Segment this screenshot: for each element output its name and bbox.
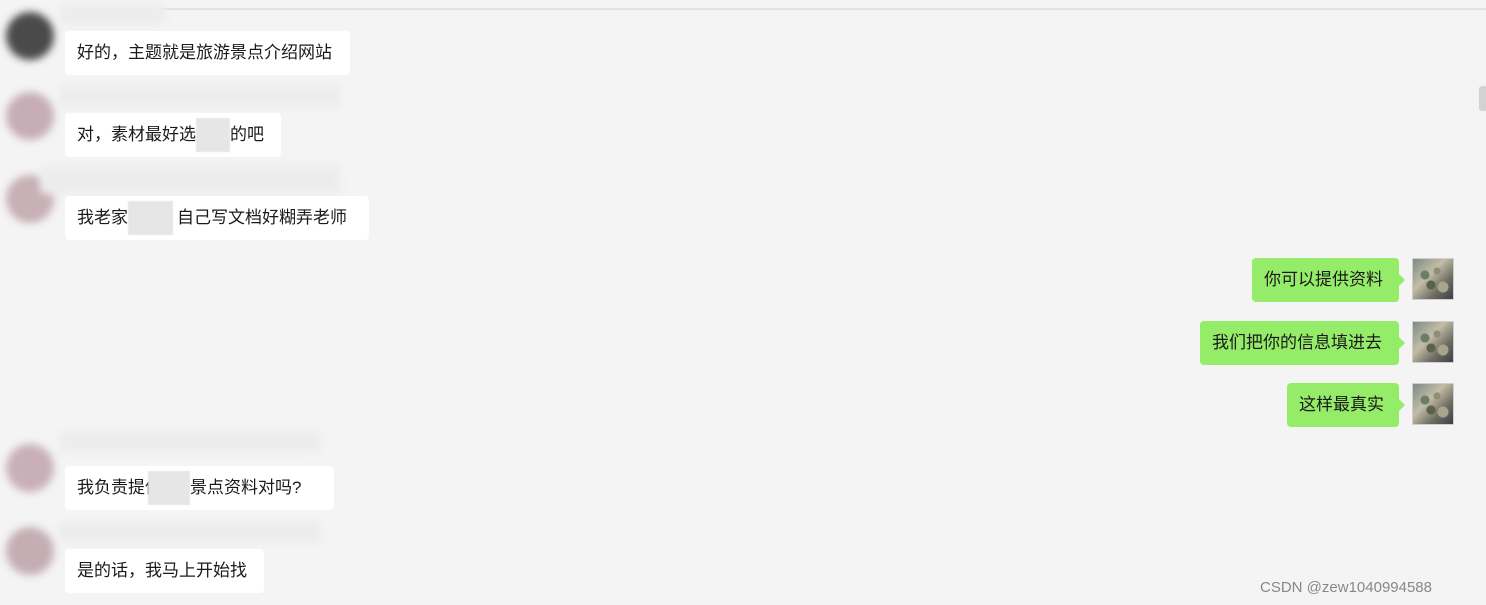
my-avatar[interactable] (1412, 321, 1454, 363)
sender-name-redacted (60, 432, 320, 452)
sent-message[interactable]: 我们把你的信息填进去 (1200, 321, 1405, 365)
my-avatar[interactable] (1412, 383, 1454, 425)
message-text-part: 对，素材最好选 (77, 125, 196, 144)
scrollbar-thumb[interactable] (1479, 86, 1486, 111)
sender-name-redacted (40, 166, 340, 194)
received-message[interactable]: 我负责提供 景点资料对吗? (65, 466, 334, 510)
message-text: 是的话，我马上开始找 (77, 561, 247, 580)
message-text: 这样最真实 (1299, 395, 1384, 414)
message-text-part: 我老家 (77, 208, 128, 227)
sender-name-redacted (60, 86, 340, 106)
message-text-part: 景点资料对吗? (190, 478, 302, 497)
top-divider (160, 8, 1486, 10)
message-text: 你可以提供资料 (1264, 270, 1383, 289)
message-text-part: 自己写文档好糊弄老师 (177, 208, 347, 227)
received-message[interactable]: 我老家 自己写文档好糊弄老师 (65, 196, 369, 240)
contact-avatar[interactable] (6, 444, 54, 492)
sender-name-redacted (60, 4, 165, 24)
contact-avatar[interactable] (6, 92, 54, 140)
message-text: 好的，主题就是旅游景点介绍网站 (77, 43, 332, 62)
received-message[interactable]: 好的，主题就是旅游景点介绍网站 (65, 31, 350, 75)
message-text-part: 的吧 (230, 125, 264, 144)
watermark: CSDN @zew1040994588 (1260, 579, 1432, 596)
contact-avatar[interactable] (6, 527, 54, 575)
redacted-text (148, 470, 190, 505)
redacted-text (196, 117, 230, 152)
sent-message[interactable]: 你可以提供资料 (1252, 258, 1405, 302)
received-message[interactable]: 对，素材最好选 的吧 (65, 113, 281, 157)
contact-avatar[interactable] (6, 12, 54, 60)
redacted-text (128, 200, 173, 235)
sent-message[interactable]: 这样最真实 (1287, 383, 1405, 427)
sender-name-redacted (60, 522, 320, 542)
my-avatar[interactable] (1412, 258, 1454, 300)
received-message[interactable]: 是的话，我马上开始找 (65, 549, 264, 593)
message-text: 我们把你的信息填进去 (1212, 333, 1382, 352)
